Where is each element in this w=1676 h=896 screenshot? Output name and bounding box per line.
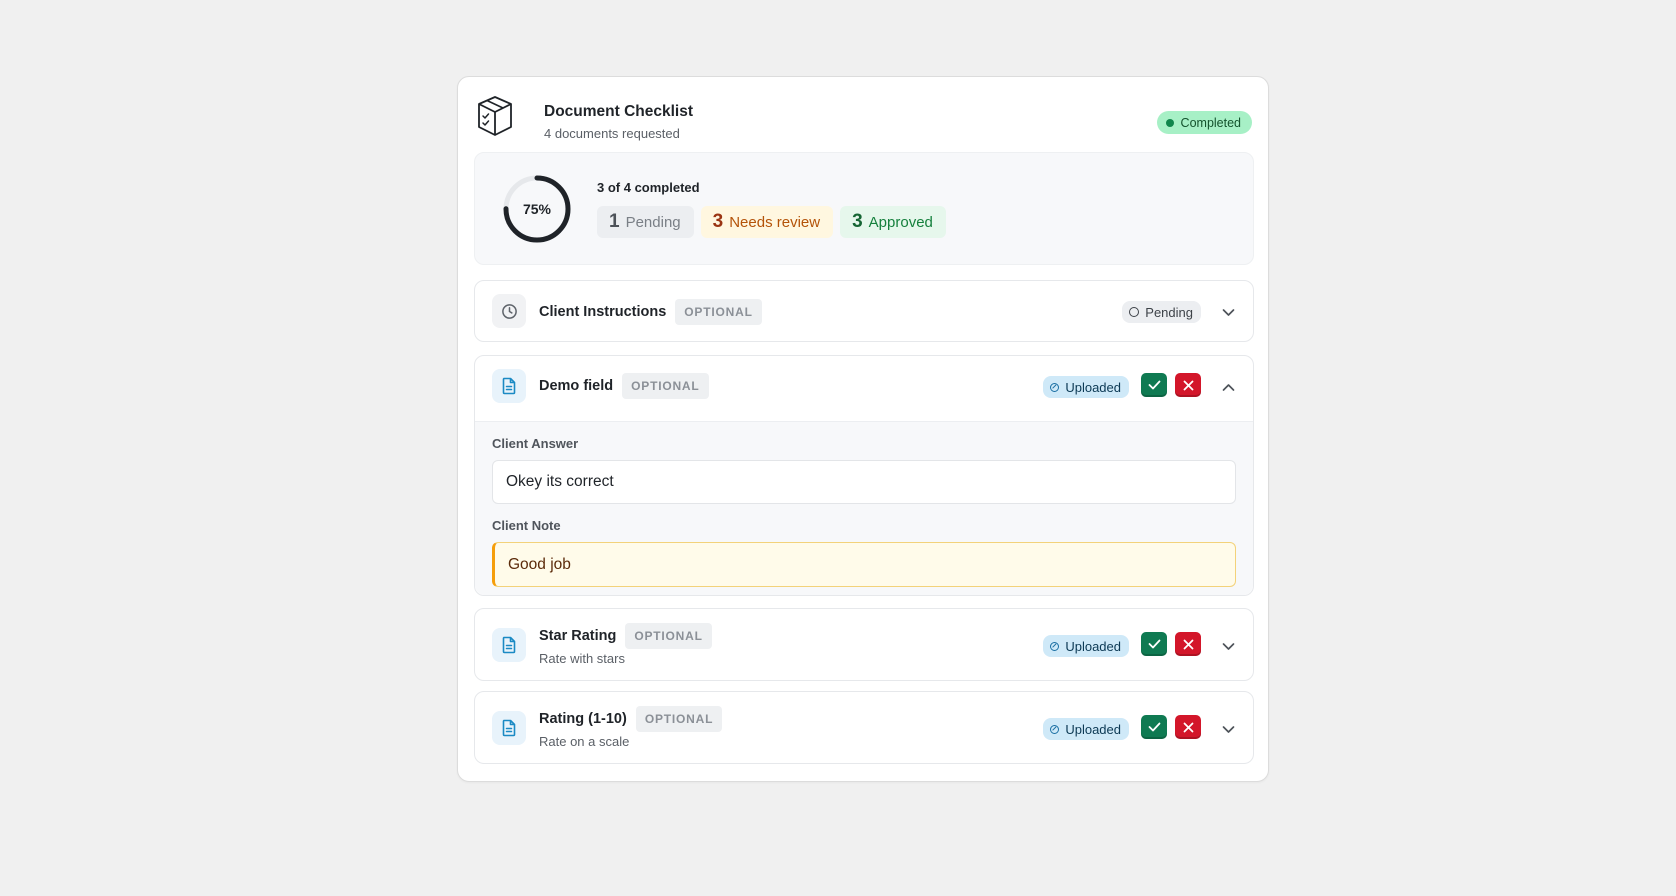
status-text: Completed (1180, 115, 1241, 130)
uploaded-status-badge: Uploaded (1043, 718, 1129, 740)
optional-tag: OPTIONAL (622, 373, 709, 399)
progress-percent: 75% (522, 201, 552, 217)
check-icon (1148, 380, 1160, 390)
optional-tag: OPTIONAL (625, 623, 712, 649)
item-name: Demo field (539, 378, 614, 394)
optional-tag: OPTIONAL (635, 706, 723, 732)
close-icon (1183, 722, 1193, 732)
item-name-row: Demo field OPTIONAL (539, 373, 709, 399)
item-details: Client Answer Okey its correct Client No… (475, 421, 1253, 595)
document-icon (502, 636, 516, 654)
item-description: Rate on a scale (539, 734, 630, 749)
document-icon (502, 377, 516, 395)
close-icon (1183, 380, 1193, 390)
reject-button[interactable] (1175, 373, 1201, 397)
document-icon (502, 719, 516, 737)
item-name: Rating (1-10) (539, 711, 627, 727)
completed-count-text: 3 of 4 completed (597, 180, 700, 195)
optional-tag: OPTIONAL (675, 299, 762, 325)
item-status: Uploaded (1065, 379, 1121, 395)
approve-button[interactable] (1141, 632, 1167, 656)
chevron-down-icon[interactable] (1220, 721, 1236, 737)
item-icon-box (492, 711, 526, 745)
item-name-row: Rating (1-10) OPTIONAL (539, 706, 723, 732)
item-name-row: Client Instructions OPTIONAL (539, 299, 762, 325)
checklist-item-expanded[interactable]: Demo field OPTIONAL Uploaded Client Answ… (474, 355, 1254, 596)
item-name: Star Rating (539, 628, 617, 644)
pending-status-badge: Pending (1122, 301, 1201, 323)
status-chips: 1 Pending 3 Needs review 3 Approved (597, 206, 946, 238)
approve-button[interactable] (1141, 373, 1167, 397)
reject-button[interactable] (1175, 715, 1201, 739)
check-icon (1148, 639, 1160, 649)
client-answer-label: Client Answer (492, 436, 579, 451)
checklist-item[interactable]: Rating (1-10) OPTIONAL Rate on a scale U… (474, 691, 1254, 764)
uploaded-icon (1050, 641, 1060, 651)
client-answer-field[interactable]: Okey its correct (492, 460, 1236, 504)
needs-review-label: Needs review (729, 213, 821, 231)
chevron-down-icon[interactable] (1220, 304, 1236, 320)
clock-icon (501, 303, 517, 319)
approve-button[interactable] (1141, 715, 1167, 739)
item-status: Pending (1145, 304, 1193, 320)
card-header: Document Checklist 4 documents requested… (476, 93, 1252, 141)
item-icon-box (492, 294, 526, 328)
client-note-label: Client Note (492, 518, 561, 533)
completed-status-badge: Completed (1156, 111, 1252, 134)
document-checklist-card: Document Checklist 4 documents requested… (457, 76, 1269, 782)
progress-summary: 75% 3 of 4 completed 1 Pending 3 Needs r… (474, 152, 1254, 265)
pending-chip: 1 Pending (597, 206, 694, 238)
uploaded-icon (1050, 382, 1060, 392)
close-icon (1183, 639, 1193, 649)
checklist-item[interactable]: Client Instructions OPTIONAL Pending (474, 280, 1254, 342)
chevron-down-icon[interactable] (1220, 638, 1236, 654)
card-subtitle: 4 documents requested (544, 126, 680, 141)
needs-review-count: 3 (712, 211, 724, 232)
pending-label: Pending (625, 213, 681, 231)
package-checklist-icon (478, 96, 512, 136)
pending-circle-icon (1129, 307, 1140, 317)
item-name: Client Instructions (539, 304, 667, 320)
item-description: Rate with stars (539, 651, 625, 666)
status-dot-icon (1165, 118, 1174, 127)
item-icon-box (492, 628, 526, 662)
item-name-row: Star Rating OPTIONAL (539, 623, 712, 649)
reject-button[interactable] (1175, 632, 1201, 656)
check-icon (1148, 722, 1160, 732)
checklist-item[interactable]: Star Rating OPTIONAL Rate with stars Upl… (474, 608, 1254, 681)
card-title: Document Checklist (544, 103, 694, 120)
uploaded-status-badge: Uploaded (1043, 376, 1129, 398)
uploaded-icon (1050, 724, 1060, 734)
item-status: Uploaded (1065, 638, 1121, 654)
approved-label: Approved (868, 213, 933, 231)
item-icon-box (492, 369, 526, 403)
pending-count: 1 (609, 211, 620, 232)
client-note-field[interactable]: Good job (492, 542, 1236, 587)
approved-count: 3 (852, 211, 863, 232)
uploaded-status-badge: Uploaded (1043, 635, 1129, 657)
needs-review-chip: 3 Needs review (700, 206, 834, 238)
item-status: Uploaded (1065, 721, 1121, 737)
approved-chip: 3 Approved (840, 206, 946, 238)
chevron-up-icon[interactable] (1220, 379, 1236, 395)
